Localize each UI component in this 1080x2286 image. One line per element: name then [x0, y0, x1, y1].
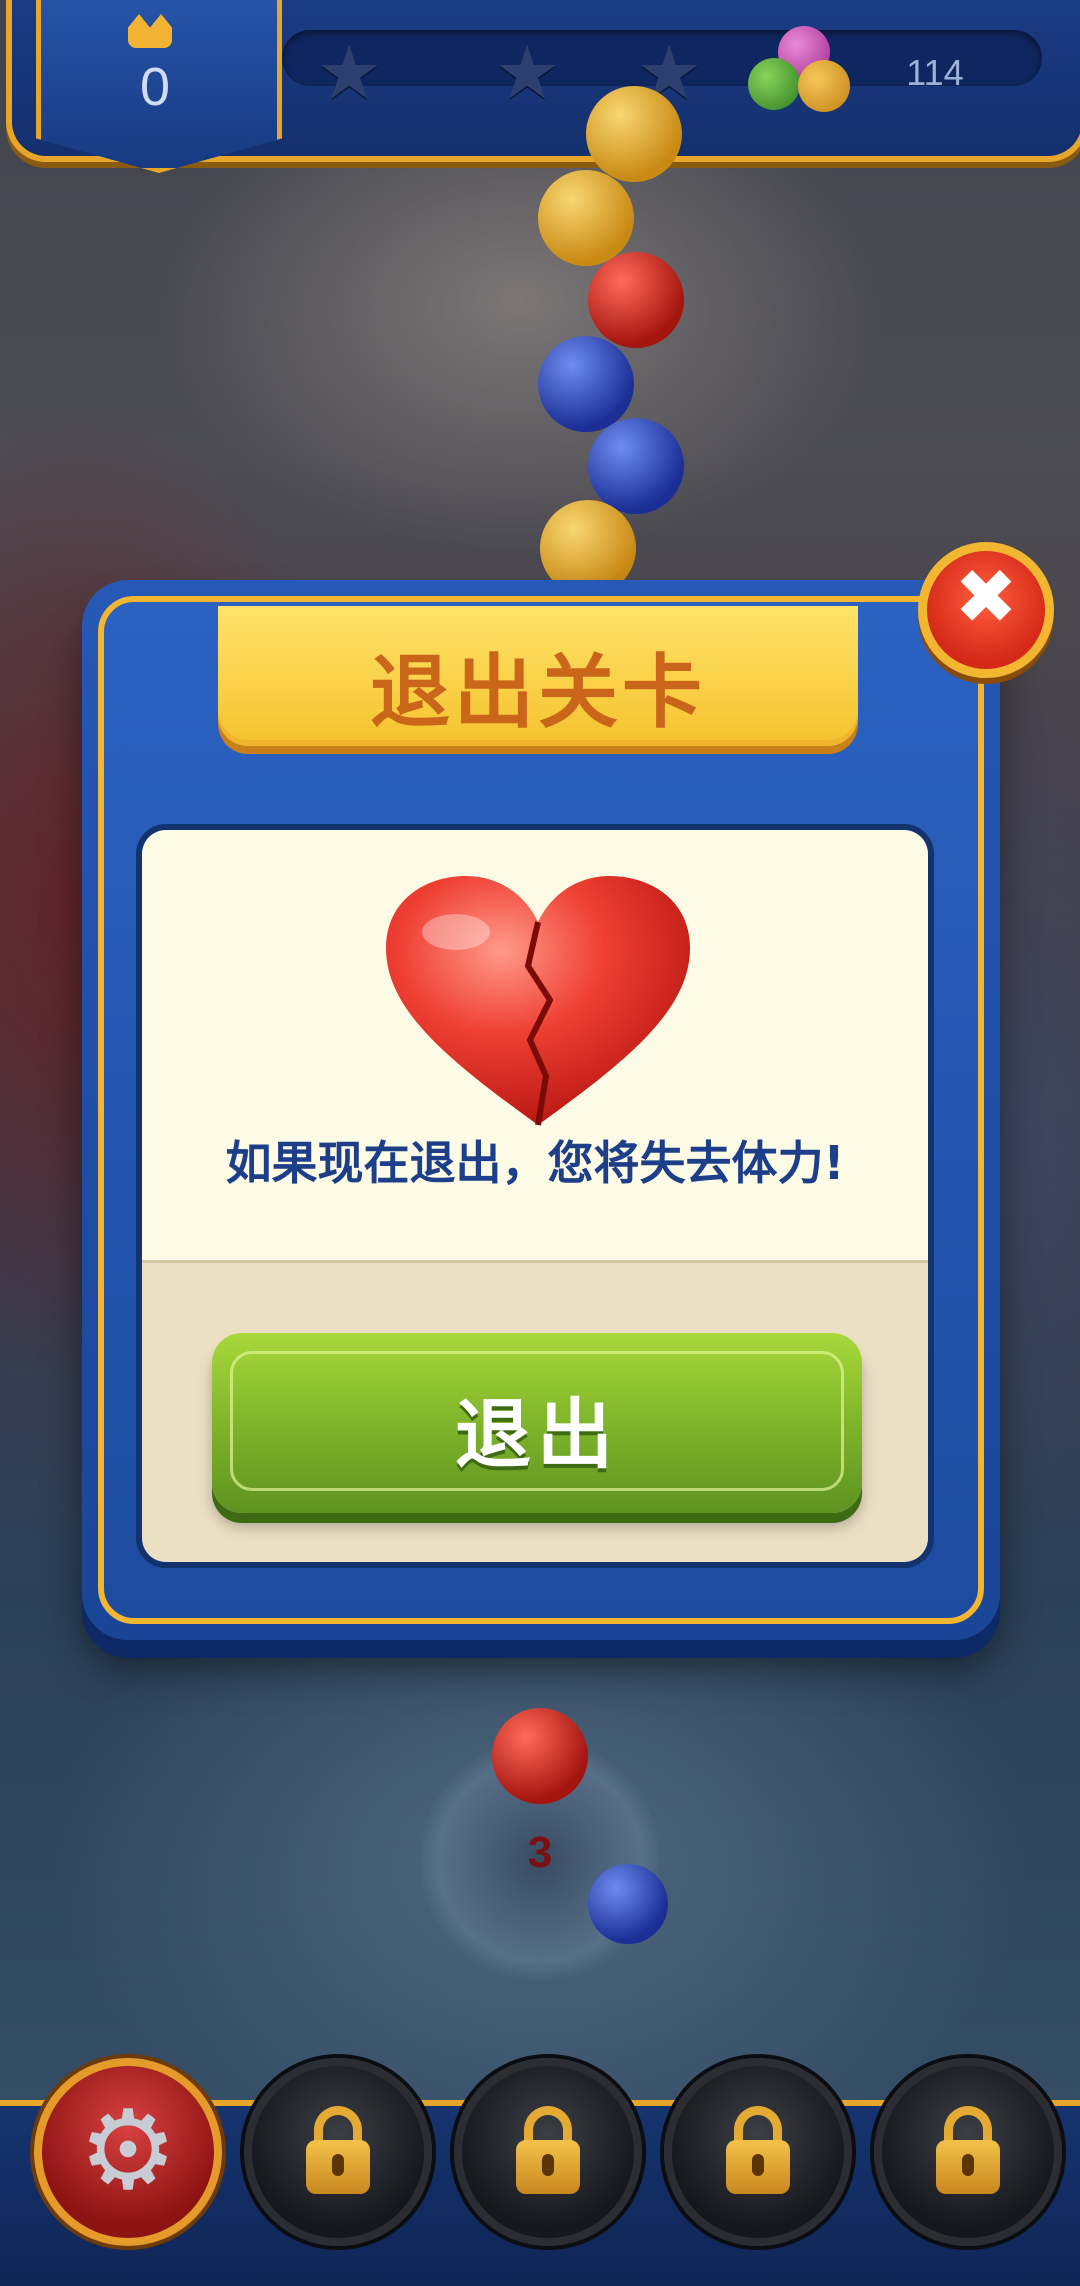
ball-count: 114	[906, 52, 964, 93]
star-icon: ★	[316, 30, 383, 116]
close-button[interactable]: ✖	[918, 542, 1054, 678]
current-ball	[492, 1708, 588, 1804]
chain-ball	[538, 336, 634, 432]
gear-icon: ⚙	[78, 2085, 178, 2214]
score-value: 0	[139, 57, 171, 117]
chain-ball	[538, 170, 634, 266]
locked-booster-1[interactable]	[244, 2058, 432, 2246]
quit-level-dialog: 退出关卡 如果现在退出，您将失去体力! 退出	[82, 580, 1000, 1640]
chain-ball	[586, 86, 682, 182]
dialog-message: 如果现在退出，您将失去体力!	[225, 1136, 845, 1190]
exit-button-label: 退出	[455, 1390, 619, 1479]
locked-booster-3[interactable]	[664, 2058, 852, 2246]
broken-heart-icon	[386, 876, 690, 1126]
locked-booster-2[interactable]	[454, 2058, 642, 2246]
shots-remaining: 3	[527, 1828, 553, 1877]
colored-balls-icon	[748, 26, 858, 116]
next-ball[interactable]	[588, 1864, 668, 1944]
dialog-title-banner: 退出关卡	[218, 606, 858, 746]
settings-button[interactable]: ⚙	[34, 2058, 222, 2246]
star-icon: ★	[494, 30, 561, 116]
chain-ball	[588, 418, 684, 514]
close-icon: ✖	[954, 552, 1018, 641]
exit-button[interactable]: 退出	[212, 1333, 862, 1513]
dialog-content-panel: 如果现在退出，您将失去体力! 退出	[136, 824, 934, 1568]
dialog-title: 退出关卡	[370, 646, 706, 739]
chain-ball	[588, 252, 684, 348]
locked-booster-4[interactable]	[874, 2058, 1062, 2246]
